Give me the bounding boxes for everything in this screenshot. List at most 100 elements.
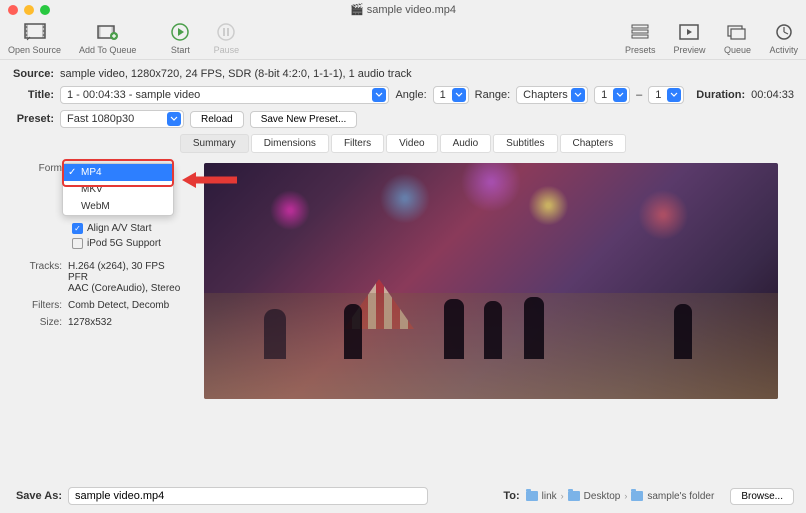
open-source-button[interactable]: Open Source [8,21,61,55]
duration-value: 00:04:33 [751,89,794,101]
save-path[interactable]: link › Desktop › sample's folder [526,491,715,502]
tab-chapters[interactable]: Chapters [560,134,627,153]
chevron-down-icon [167,112,181,126]
pause-button[interactable]: Pause [212,21,240,55]
title-select[interactable]: 1 - 00:04:33 - sample video [60,86,389,104]
folder-icon [526,491,538,501]
main-area: Form MP4 MKV WebM Align A/V Start iPod 5… [12,163,794,399]
preset-label: Preset: [12,113,54,125]
open-source-label: Open Source [8,45,61,55]
preset-select[interactable]: Fast 1080p30 [60,110,184,128]
path-seg-1: Desktop [584,491,621,502]
pause-label: Pause [214,45,240,55]
align-av-label: Align A/V Start [87,223,151,234]
preview-button[interactable]: Preview [673,21,705,55]
title-row: Title: 1 - 00:04:33 - sample video Angle… [12,86,794,104]
folder-icon [568,491,580,501]
tab-dimensions[interactable]: Dimensions [251,134,329,153]
duration-label: Duration: [696,89,745,101]
preview-label: Preview [673,45,705,55]
ipod-row[interactable]: iPod 5G Support [72,238,184,249]
range-from-select[interactable]: 1 [594,86,630,104]
chevron-down-icon [613,88,627,102]
tabs: Summary Dimensions Filters Video Audio S… [12,134,794,153]
activity-icon [770,21,798,43]
chevron-down-icon [667,88,681,102]
angle-value: 1 [440,89,446,101]
title-icon: 🎬 [350,4,364,16]
presets-label: Presets [625,45,656,55]
size-label: Size: [24,317,68,328]
filters-value: Comb Detect, Decomb [68,300,184,311]
align-av-checkbox[interactable] [72,223,83,234]
angle-label: Angle: [395,89,426,101]
format-option-mkv[interactable]: MKV [63,181,173,198]
filters-info-label: Filters: [24,300,68,311]
tab-video[interactable]: Video [386,134,437,153]
pause-icon [212,21,240,43]
queue-icon [723,21,751,43]
source-label: Source: [12,68,54,80]
folder-icon [631,491,643,501]
range-from-value: 1 [601,89,607,101]
preset-row: Preset: Fast 1080p30 Reload Save New Pre… [12,110,794,128]
path-seg-2: sample's folder [647,491,714,502]
ipod-label: iPod 5G Support [87,238,161,249]
tab-subtitles[interactable]: Subtitles [493,134,557,153]
ipod-checkbox[interactable] [72,238,83,249]
queue-label: Queue [724,45,751,55]
play-icon [166,21,194,43]
source-value: sample video, 1280x720, 24 FPS, SDR (8-b… [60,68,412,80]
tab-summary[interactable]: Summary [180,134,249,153]
title-label: Title: [12,89,54,101]
angle-select[interactable]: 1 [433,86,469,104]
format-dropdown[interactable]: MP4 MKV WebM [62,163,174,216]
annotation-arrow [182,168,242,192]
save-as-input[interactable] [68,487,428,505]
preset-value: Fast 1080p30 [67,113,134,125]
start-button[interactable]: Start [166,21,194,55]
reload-button[interactable]: Reload [190,111,244,128]
add-to-queue-label: Add To Queue [79,45,136,55]
toolbar: Open Source Add To Queue Start Pause [0,19,806,60]
activity-button[interactable]: Activity [769,21,798,55]
tab-audio[interactable]: Audio [440,134,492,153]
range-type-select[interactable]: Chapters [516,86,588,104]
close-window-button[interactable] [8,5,18,15]
browse-button[interactable]: Browse... [730,488,794,505]
tracks-audio: AAC (CoreAudio), Stereo [68,283,184,294]
format-option-webm[interactable]: WebM [63,198,173,215]
chevron-down-icon [452,88,466,102]
range-separator: – [636,89,642,101]
range-label: Range: [475,89,510,101]
queue-add-icon [94,21,122,43]
path-seg-0: link [542,491,557,502]
window-controls [8,5,50,15]
presets-icon [626,21,654,43]
bottom-bar: Save As: To: link › Desktop › sample's f… [12,487,794,505]
window-title: 🎬 sample video.mp4 [0,0,806,19]
format-option-mp4[interactable]: MP4 [63,164,173,181]
preview-icon [675,21,703,43]
range-to-value: 1 [655,89,661,101]
range-to-select[interactable]: 1 [648,86,684,104]
to-label: To: [503,490,519,502]
presets-button[interactable]: Presets [625,21,656,55]
size-value: 1278x532 [68,317,184,328]
add-to-queue-button[interactable]: Add To Queue [79,21,136,55]
minimize-window-button[interactable] [24,5,34,15]
title-text: sample video.mp4 [367,4,456,16]
chevron-down-icon [372,88,386,102]
save-new-preset-button[interactable]: Save New Preset... [250,111,358,128]
source-row: Source: sample video, 1280x720, 24 FPS, … [12,68,794,80]
maximize-window-button[interactable] [40,5,50,15]
align-av-row[interactable]: Align A/V Start [72,223,184,234]
tracks-label: Tracks: [24,261,68,294]
tracks-video: H.264 (x264), 30 FPS PFR [68,261,184,283]
start-label: Start [171,45,190,55]
title-select-value: 1 - 00:04:33 - sample video [67,89,200,101]
tab-filters[interactable]: Filters [331,134,384,153]
film-icon [21,21,49,43]
chevron-right-icon: › [561,491,564,501]
queue-button[interactable]: Queue [723,21,751,55]
